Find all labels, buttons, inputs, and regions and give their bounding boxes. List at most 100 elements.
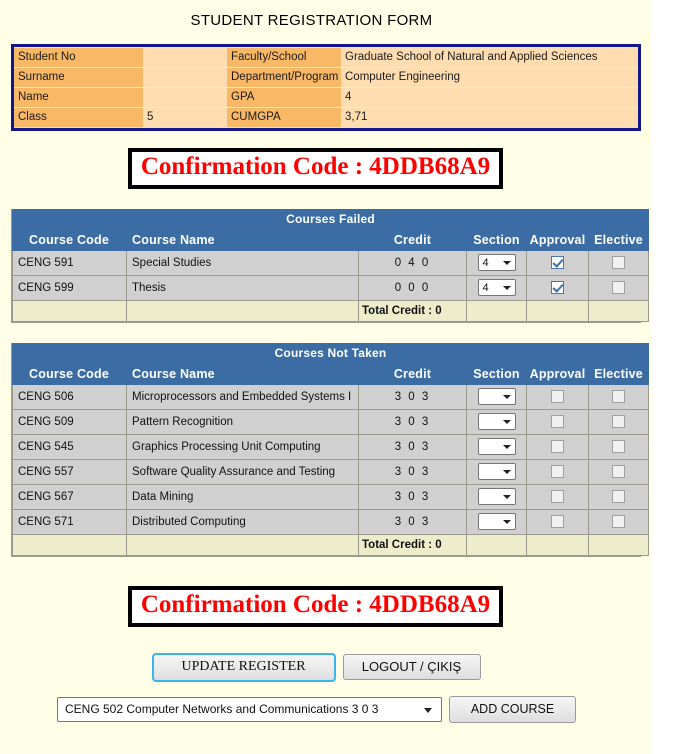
column-header-approval: Approval [526, 228, 589, 251]
courses-not-taken-header-row: Course Code Course Name Credit Section A… [12, 362, 649, 385]
table-row: CENG 545 Graphics Processing Unit Computi… [12, 433, 649, 460]
courses-failed-table: Courses Failed Course Code Course Name C… [11, 208, 650, 322]
total-credit-label: Total Credit : 0 [358, 533, 467, 556]
cell-section [466, 383, 527, 410]
section-select[interactable] [477, 413, 516, 431]
confirmation-code-bottom: Confirmation Code : 4DDB68A9 [127, 585, 504, 627]
table-row: CENG 591 Special Studies 0 4 0 4 [12, 249, 650, 276]
footer-blank-name [126, 299, 359, 322]
elective-checkbox[interactable] [612, 515, 625, 529]
footer-blank-elective [587, 299, 650, 322]
label-gpa: GPA [227, 87, 341, 108]
value-student-no [143, 48, 227, 68]
approval-checkbox[interactable] [551, 515, 564, 529]
section-select[interactable] [477, 513, 516, 531]
footer-blank-approval [526, 533, 589, 556]
section-select[interactable]: 4 [477, 279, 516, 297]
approval-checkbox[interactable] [551, 465, 564, 479]
section-select[interactable] [477, 388, 516, 406]
cell-course-name: Special Studies [126, 249, 359, 276]
approval-checkbox[interactable] [551, 256, 564, 270]
confirmation-code-top-row: Confirmation Code : 4DDB68A9 [0, 148, 651, 189]
courses-failed-footer-row: Total Credit : 0 [12, 299, 650, 322]
cell-course-code: CENG 506 [12, 383, 127, 410]
cell-elective [588, 458, 649, 485]
logout-button[interactable]: LOGOUT / ÇIKIŞ [342, 654, 481, 680]
label-cumgpa: CUMGPA [227, 107, 341, 127]
elective-checkbox[interactable] [612, 440, 625, 454]
column-header-elective: Elective [587, 228, 650, 251]
courses-failed-title-row: Courses Failed [11, 208, 650, 230]
cell-course-code: CENG 591 [12, 249, 127, 276]
approval-checkbox[interactable] [551, 281, 564, 295]
cell-approval [526, 433, 589, 460]
total-credit-label: Total Credit : 0 [358, 299, 467, 322]
section-select-value: 4 [482, 282, 489, 295]
column-header-approval: Approval [526, 362, 589, 385]
student-info-panel: Student No Faculty/School Graduate Schoo… [11, 44, 641, 131]
add-course-row: CENG 502 Computer Networks and Communica… [0, 695, 651, 723]
table-row: Surname Department/Program Computer Engi… [14, 67, 638, 88]
courses-not-taken-title: Courses Not Taken [12, 342, 649, 364]
elective-checkbox[interactable] [612, 390, 625, 404]
column-header-section: Section [466, 362, 527, 385]
page-title: STUDENT REGISTRATION FORM [190, 12, 433, 29]
value-gpa: 4 [341, 87, 638, 108]
cell-approval [526, 508, 589, 535]
footer-blank-elective [588, 533, 649, 556]
cell-course-code: CENG 545 [12, 433, 127, 460]
cell-credit: 3 0 3 [358, 458, 467, 485]
update-register-button[interactable]: UPDATE REGISTER [151, 652, 336, 682]
footer-blank-approval [526, 299, 589, 322]
cell-elective [588, 483, 649, 510]
elective-checkbox[interactable] [612, 490, 625, 504]
chevron-down-icon [424, 707, 432, 713]
section-select-value: 4 [482, 257, 489, 270]
chevron-down-icon [502, 420, 511, 425]
footer-blank-code [12, 299, 127, 322]
courses-not-taken-panel: Courses Not Taken Course Code Course Nam… [11, 342, 649, 557]
column-header-course-code: Course Code [12, 228, 127, 251]
value-class: 5 [143, 107, 227, 127]
label-student-no: Student No [14, 48, 143, 68]
cell-section [466, 433, 527, 460]
column-header-course-name: Course Name [126, 362, 359, 385]
label-faculty-school: Faculty/School [227, 48, 341, 68]
section-select[interactable] [477, 463, 516, 481]
chevron-down-icon [502, 495, 511, 500]
section-select[interactable] [477, 438, 516, 456]
footer-blank-name [126, 533, 359, 556]
cell-course-name: Pattern Recognition [126, 408, 359, 435]
course-select[interactable]: CENG 502 Computer Networks and Communica… [57, 696, 442, 722]
value-name [143, 87, 227, 108]
chevron-down-icon [502, 261, 511, 266]
table-row: CENG 506 Microprocessors and Embedded Sys… [12, 383, 649, 410]
cell-credit: 3 0 3 [358, 483, 467, 510]
section-select[interactable] [477, 488, 516, 506]
cell-course-name: Microprocessors and Embedded Systems I [126, 383, 359, 410]
elective-checkbox[interactable] [612, 281, 625, 295]
cell-section: 4 [466, 274, 527, 301]
courses-failed-title: Courses Failed [11, 208, 650, 230]
column-header-section: Section [466, 228, 527, 251]
courses-failed-header-row: Course Code Course Name Credit Section A… [12, 228, 650, 251]
elective-checkbox[interactable] [612, 256, 625, 270]
cell-course-name: Software Quality Assurance and Testing [126, 458, 359, 485]
table-row: CENG 599 Thesis 0 0 0 4 [12, 274, 650, 301]
approval-checkbox[interactable] [551, 390, 564, 404]
cell-approval [526, 483, 589, 510]
add-course-button[interactable]: ADD COURSE [449, 695, 576, 723]
cell-section [466, 483, 527, 510]
chevron-down-icon [502, 520, 511, 525]
approval-checkbox[interactable] [551, 490, 564, 504]
approval-checkbox[interactable] [551, 415, 564, 429]
label-class: Class [14, 107, 143, 127]
value-cumgpa: 3,71 [341, 107, 638, 127]
courses-failed-panel: Courses Failed Course Code Course Name C… [11, 208, 650, 323]
cell-credit: 3 0 3 [358, 433, 467, 460]
elective-checkbox[interactable] [612, 415, 625, 429]
elective-checkbox[interactable] [612, 465, 625, 479]
section-select[interactable]: 4 [477, 254, 516, 272]
approval-checkbox[interactable] [551, 440, 564, 454]
cell-course-code: CENG 567 [12, 483, 127, 510]
